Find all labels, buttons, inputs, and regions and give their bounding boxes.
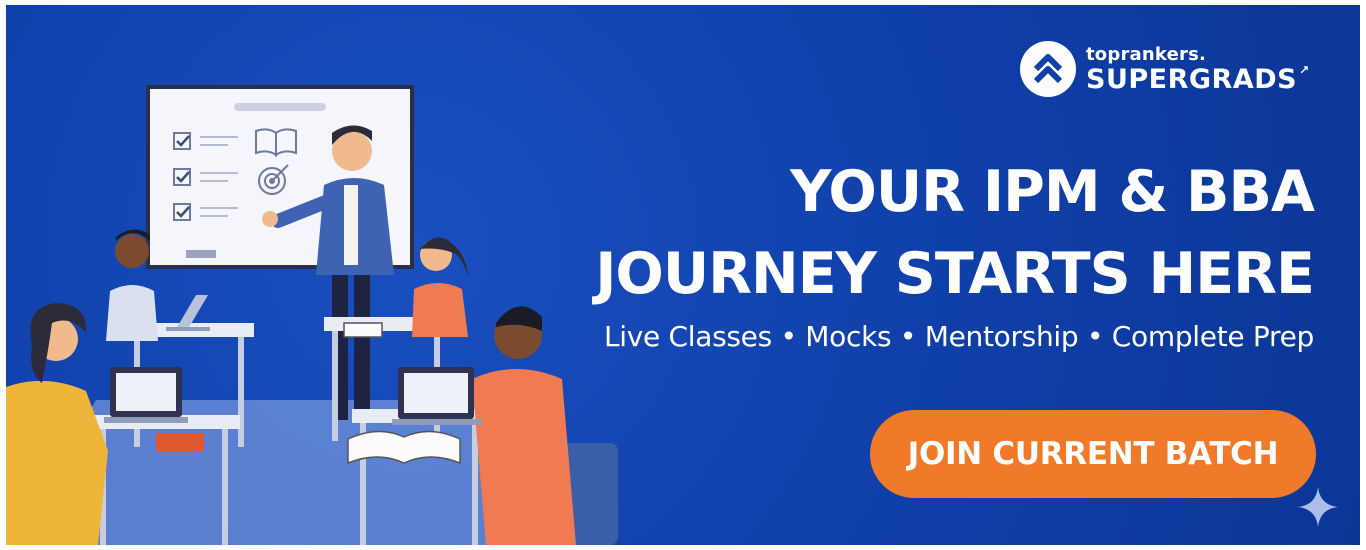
logo-arrow-icon: ↗ [1299, 62, 1310, 77]
laptop-icon [104, 367, 188, 423]
laptop-icon [392, 367, 482, 425]
logo-chevron-icon [1020, 41, 1076, 97]
headline-line-2: JOURNEY STARTS HERE [595, 241, 1315, 307]
logo-brand-small: toprankers. [1086, 43, 1207, 65]
sparkle-icon [1298, 487, 1338, 527]
logo-brand-big-text: SUPERGRADS [1086, 63, 1298, 95]
subtitle-features: Live Classes • Mocks • Mentorship • Comp… [603, 320, 1314, 353]
headline: YOUR IPM & BBA JOURNEY STARTS HERE [595, 151, 1315, 315]
logo-wordmark: toprankers. SUPERGRADS ↗ [1086, 43, 1310, 95]
logo-brand-big: SUPERGRADS ↗ [1086, 62, 1310, 95]
brand-logo[interactable]: toprankers. SUPERGRADS ↗ [1020, 37, 1310, 101]
classroom-illustration [6, 85, 618, 545]
promo-banner[interactable]: toprankers. SUPERGRADS ↗ YOUR IPM & BBA … [6, 5, 1360, 545]
headline-line-1: YOUR IPM & BBA [790, 159, 1315, 225]
join-current-batch-button[interactable]: JOIN CURRENT BATCH [870, 410, 1316, 498]
